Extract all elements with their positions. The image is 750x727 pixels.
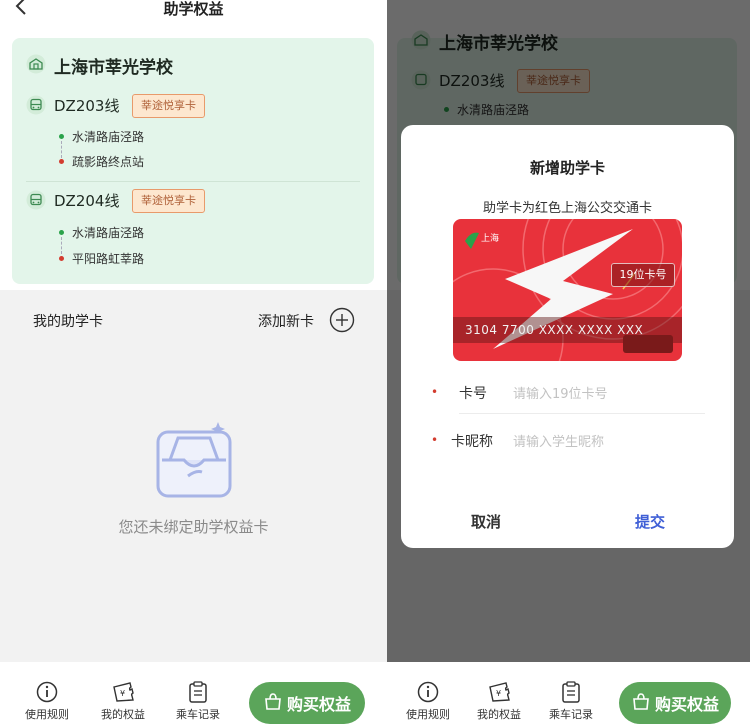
- info-icon: [398, 680, 458, 704]
- card-number-sample: 3104 7700 XXXX XXXX XXX: [465, 323, 644, 337]
- empty-state-text: 您还未绑定助学权益卡: [118, 518, 269, 536]
- ticket-icon: ¥: [469, 680, 529, 704]
- svg-text:¥: ¥: [496, 689, 501, 698]
- field-divider: [459, 413, 705, 414]
- card-number-input[interactable]: 请输入19位卡号: [513, 383, 703, 405]
- bus-icon: [26, 95, 46, 119]
- tab-label: 使用规则: [25, 708, 69, 721]
- tab-ride-records[interactable]: 乘车记录: [168, 680, 228, 722]
- bus-icon: [26, 190, 46, 214]
- bottom-tab-bar: 使用规则 ¥ 我的权益 乘车记录 购买权益: [387, 662, 750, 727]
- dialog-subtitle: 助学卡为红色上海公交交通卡: [482, 201, 652, 216]
- stop-connector: [61, 237, 62, 254]
- route-stop: 水清路庙泾路: [72, 226, 145, 240]
- info-icon: [17, 680, 77, 704]
- card-nickname-label: 卡昵称: [451, 434, 493, 450]
- submit-button[interactable]: 提交: [605, 511, 695, 532]
- required-mark: •: [431, 385, 439, 399]
- add-card-label[interactable]: 添加新卡: [258, 311, 314, 331]
- tab-label: 使用规则: [406, 708, 450, 721]
- main-screen: 助学权益 上海市莘光学校 DZ203线 莘途悦享卡 水清路庙泾路 疏影路终点站 …: [0, 0, 387, 727]
- nav-header: 助学权益: [0, 0, 387, 30]
- my-cards-title: 我的助学卡: [33, 314, 103, 330]
- tab-my-rights[interactable]: ¥ 我的权益: [93, 680, 153, 722]
- buy-rights-button[interactable]: 购买权益: [619, 682, 731, 724]
- page-title: 助学权益: [163, 0, 224, 18]
- bottom-tab-bar: 使用规则 ¥ 我的权益 乘车记录 购买权益: [0, 662, 387, 727]
- empty-box-icon: [150, 416, 240, 506]
- tab-label: 我的权益: [101, 708, 145, 721]
- svg-text:¥: ¥: [120, 689, 125, 698]
- clipboard-icon: [168, 680, 228, 704]
- route-line-name: DZ204线: [54, 192, 120, 210]
- school-icon: [26, 54, 46, 78]
- route-stop: 疏影路终点站: [72, 155, 145, 169]
- tab-my-rights[interactable]: ¥ 我的权益: [469, 680, 529, 722]
- buy-label: 购买权益: [286, 695, 351, 714]
- stop-connector: [61, 141, 62, 158]
- tab-usage-rules[interactable]: 使用规则: [398, 680, 458, 722]
- route-tag: 莘途悦享卡: [132, 189, 205, 213]
- card-number-label: 卡号: [459, 386, 487, 402]
- bag-icon: [631, 691, 651, 715]
- add-card-dialog: 新增助学卡 助学卡为红色上海公交交通卡 上海 19位卡号 3104 7700 X…: [401, 125, 734, 548]
- card-nickname-input[interactable]: 请输入学生昵称: [513, 431, 703, 453]
- transit-card-image: 上海 19位卡号 3104 7700 XXXX XXXX XXX: [453, 219, 682, 361]
- card-brand: 上海: [481, 234, 500, 244]
- dialog-title: 新增助学卡: [529, 159, 605, 177]
- end-stop-dot: [59, 159, 64, 164]
- required-mark: •: [431, 433, 439, 447]
- tab-label: 我的权益: [477, 708, 521, 721]
- school-card: 上海市莘光学校 DZ203线 莘途悦享卡 水清路庙泾路 疏影路终点站 DZ204…: [12, 38, 374, 284]
- ticket-icon: ¥: [93, 680, 153, 704]
- divider: [26, 181, 360, 182]
- tab-ride-records[interactable]: 乘车记录: [541, 680, 601, 722]
- tab-label: 乘车记录: [176, 708, 220, 721]
- tab-label: 乘车记录: [549, 708, 593, 721]
- buy-rights-button[interactable]: 购买权益: [249, 682, 365, 724]
- start-stop-dot: [59, 230, 64, 235]
- dialog-screen: 上海市莘光学校 DZ203线 莘途悦享卡 水清路庙泾路 使用规则 ¥ 我的权益 …: [387, 0, 750, 727]
- bag-icon: [263, 691, 283, 715]
- route-line-name: DZ203线: [54, 97, 120, 115]
- cancel-button[interactable]: 取消: [441, 511, 531, 532]
- clipboard-icon: [541, 680, 601, 704]
- start-stop-dot: [59, 134, 64, 139]
- end-stop-dot: [59, 256, 64, 261]
- tab-usage-rules[interactable]: 使用规则: [17, 680, 77, 722]
- route-tag: 莘途悦享卡: [132, 94, 205, 118]
- card-number-hint: 19位卡号: [611, 263, 675, 287]
- buy-label: 购买权益: [654, 695, 719, 714]
- route-stop: 平阳路虹莘路: [72, 252, 145, 266]
- plus-circle-icon[interactable]: [329, 307, 355, 337]
- school-name: 上海市莘光学校: [54, 58, 173, 78]
- route-stop: 水清路庙泾路: [72, 130, 145, 144]
